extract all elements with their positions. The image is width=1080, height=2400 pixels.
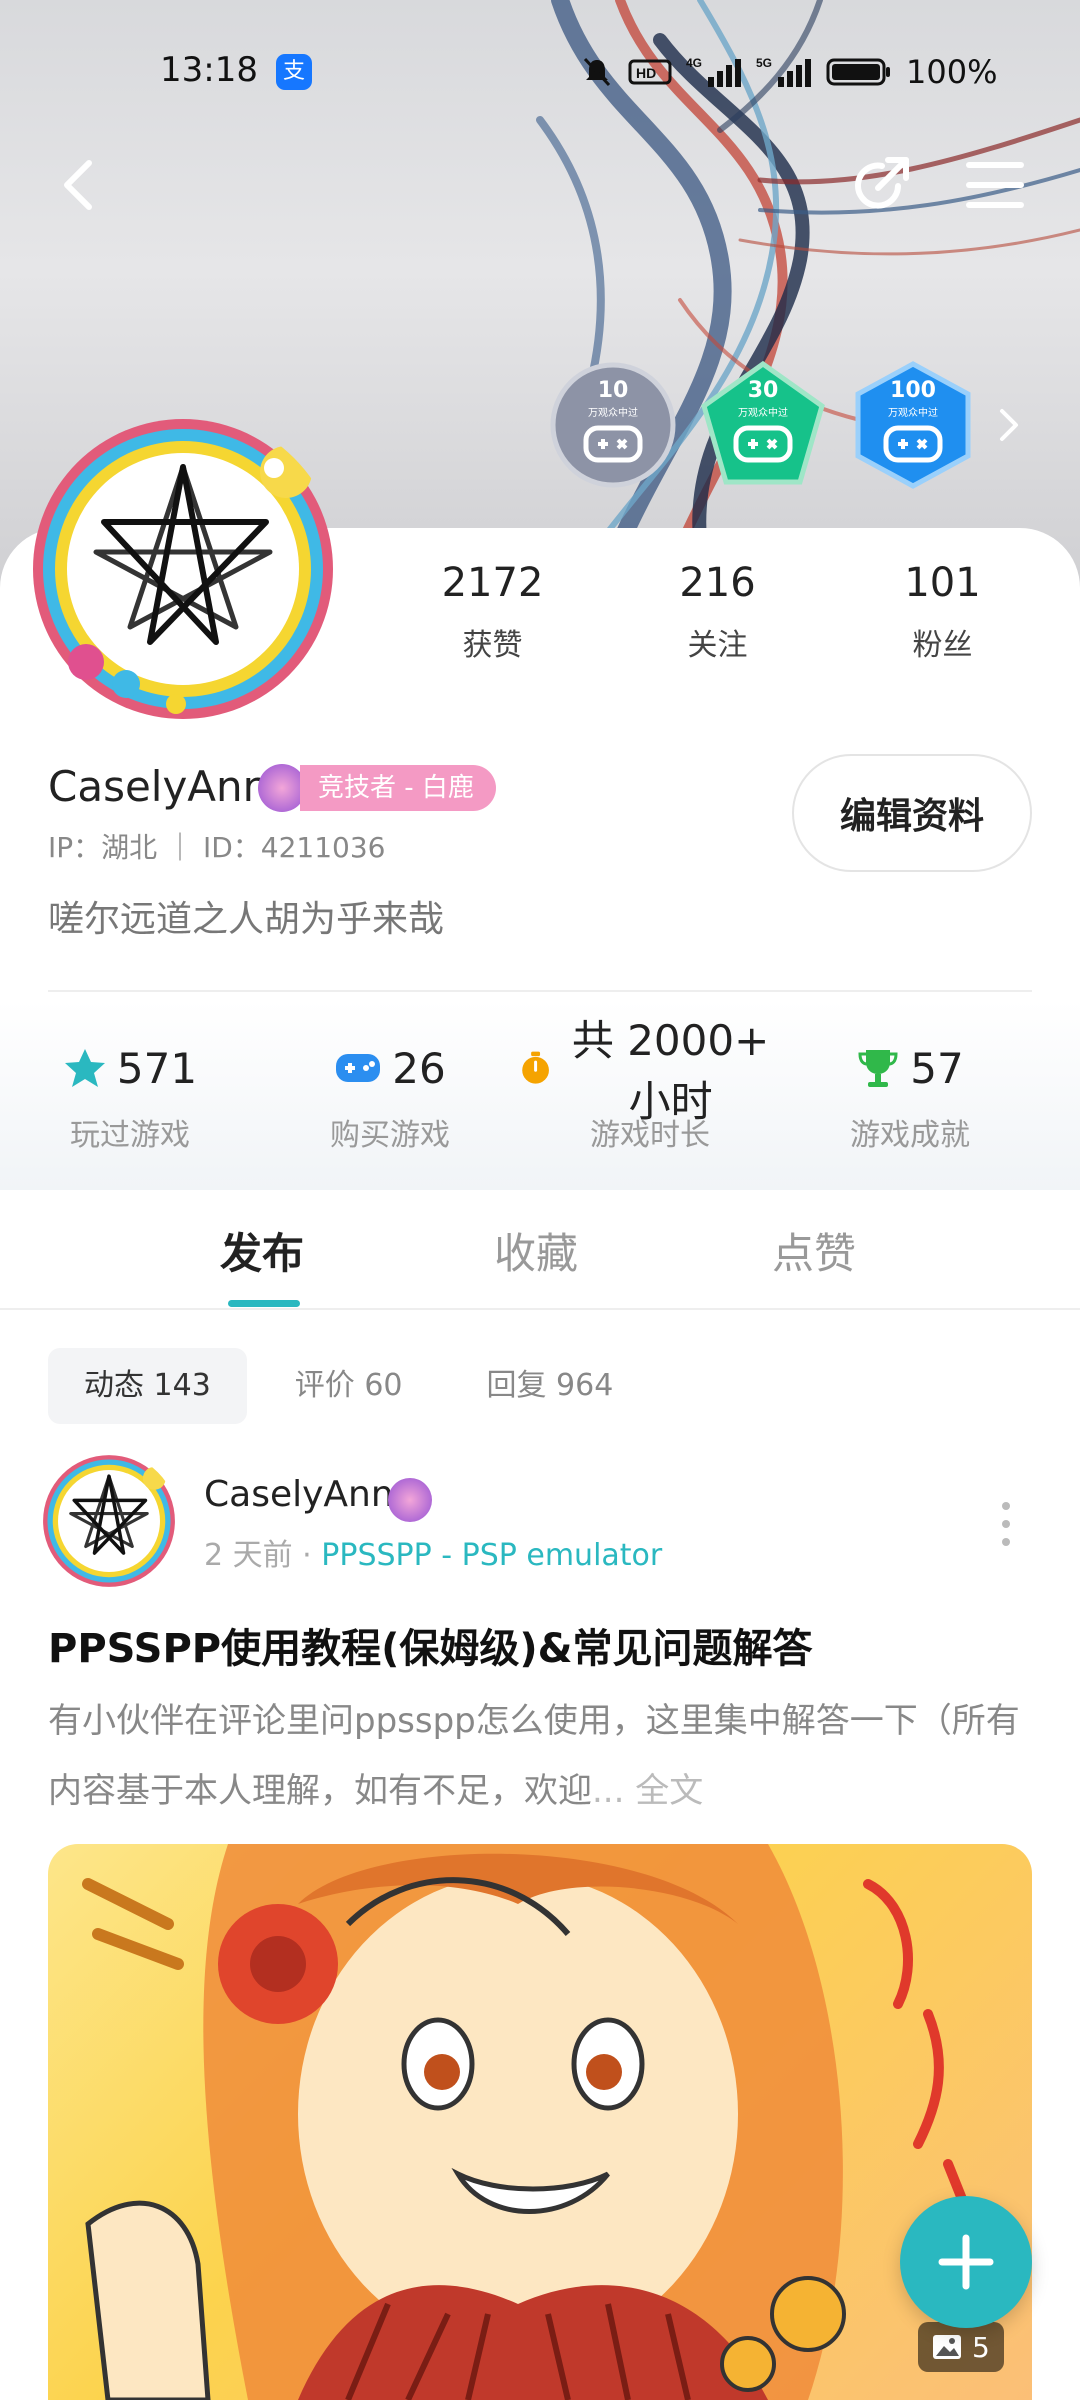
plus-icon [938,2234,994,2290]
dot-icon [1002,1520,1010,1528]
badge-value: 10 [597,378,629,403]
post-app-link[interactable]: PPSSPP - PSP emulator [321,1538,662,1573]
status-time: 13:18 [160,50,258,90]
status-bar: 13:18 支 HD 4G 5G 100% [0,40,1080,104]
post-body[interactable]: 有小伙伴在评论里问ppsspp怎么使用，这里集中解答一下（所有内容基于本人理解，… [48,1686,1038,1826]
badge-value: 30 [747,378,779,403]
svg-text:HD: HD [636,65,656,81]
divider [48,990,1032,992]
following-count[interactable]: 216 关注 [605,560,830,664]
svg-text:4G: 4G [686,56,702,70]
badge-100[interactable]: 100 万观众中过 [848,360,978,490]
subtab-replies[interactable]: 回复 964 [451,1348,650,1424]
signal-4g-icon: 4G [686,56,741,87]
signal-5g-icon: 5G [756,56,811,87]
chevron-right-icon[interactable] [996,405,1022,445]
game-stats: 571 玩过游戏 26 购买游戏 共 2000+ 小时 游戏时长 57 游戏成就 [0,1016,1080,1154]
hamburger-menu-icon [966,162,1024,208]
rank-badge[interactable]: 竞技者 - 白鹿 [258,764,496,812]
count-value: 216 [679,560,756,606]
stat-value: 571 [116,1043,198,1093]
menu-button[interactable] [960,150,1030,220]
post-image[interactable] [48,1844,1032,2400]
tab-likes[interactable]: 点赞 [772,1220,856,1281]
achievement-badges[interactable]: 10 万观众中过 30 万观众中过 100 万观众中过 [548,360,978,490]
stat-label: 购买游戏 [330,1118,450,1153]
anime-illustration [82,1844,973,2400]
dot-icon [1002,1502,1010,1510]
badge-caption: 万观众中过 [888,408,938,419]
stat-value: 26 [392,1043,446,1093]
gamepad-icon [336,1054,381,1082]
followers-count[interactable]: 101 粉丝 [830,560,1055,664]
image-count: 5 [972,2330,990,2364]
bio-text: 嗟尔远道之人胡为乎来哉 [48,899,445,940]
more-options-button[interactable] [996,1502,1016,1546]
count-value: 101 [904,560,981,606]
subtab-reviews[interactable]: 评价 60 [259,1348,439,1424]
tab-posts[interactable]: 发布 [220,1220,304,1281]
post-time: 2 天前 [204,1538,293,1573]
rank-gem-icon [258,764,306,812]
username: CaselyAnn [48,762,270,811]
create-post-button[interactable] [900,2196,1032,2328]
hd-icon: HD [628,59,672,85]
post-author-name[interactable]: CaselyAnn [204,1474,394,1515]
played-games-stat[interactable]: 571 玩过游戏 [0,1040,260,1154]
mute-bell-icon [583,57,611,87]
alipay-icon: 支 [276,54,312,90]
post-title[interactable]: PPSSPP使用教程(保姆级)&常见问题解答 [48,1616,813,1674]
subtab-moments[interactable]: 动态 143 [48,1348,247,1424]
meta-separator: · [302,1538,312,1573]
image-count-badge: 5 [918,2322,1004,2372]
profile-counts: 2172 获赞 216 关注 101 粉丝 [380,560,1080,664]
content-tabs: 发布 收藏 点赞 [0,1190,1080,1310]
battery-percent: 100% [906,53,998,91]
battery-icon [826,58,890,86]
stat-value: 57 [910,1043,964,1093]
star-icon [64,1049,105,1087]
stat-label: 游戏成就 [850,1118,970,1153]
achievements-stat[interactable]: 57 游戏成就 [780,1040,1040,1154]
stopwatch-icon [522,1051,549,1084]
badge-10[interactable]: 10 万观众中过 [548,360,678,490]
image-icon [933,2335,961,2359]
trophy-icon [858,1050,898,1087]
post-body-text: 有小伙伴在评论里问ppsspp怎么使用，这里集中解答一下（所有内容基于本人理解，… [48,1701,1020,1811]
count-label: 粉丝 [912,628,973,663]
ip-id-info: IP：湖北 ｜ ID：4211036 [48,831,386,864]
dot-icon [1002,1538,1010,1546]
stat-label: 玩过游戏 [70,1118,190,1153]
share-icon [855,157,909,209]
badge-caption: 万观众中过 [588,408,638,419]
post-author-avatar[interactable] [40,1452,178,1590]
count-label: 获赞 [462,628,523,663]
likes-count[interactable]: 2172 获赞 [380,560,605,664]
count-label: 关注 [687,628,748,663]
rank-gem-icon [388,1478,432,1522]
badge-30[interactable]: 30 万观众中过 [698,360,828,490]
edit-profile-button[interactable]: 编辑资料 [792,754,1032,872]
post-meta: 2 天前 · PPSSPP - PSP emulator [204,1530,662,1574]
purchased-games-stat[interactable]: 26 购买游戏 [260,1040,520,1154]
svg-text:5G: 5G [756,56,772,70]
status-icons: HD 4G 5G 100% [580,50,997,94]
read-more-link[interactable]: ... 全文 [592,1771,703,1811]
badge-caption: 万观众中过 [738,408,788,419]
tab-favorites[interactable]: 收藏 [494,1220,578,1281]
rank-tag: 竞技者 - 白鹿 [300,765,496,811]
playtime-stat[interactable]: 共 2000+ 小时 游戏时长 [520,1016,780,1154]
back-button[interactable] [44,150,114,220]
post-filter-tabs: 动态 143 评价 60 回复 964 [48,1348,649,1424]
active-tab-indicator [228,1300,300,1307]
profile-avatar[interactable] [26,412,340,726]
chevron-left-icon [64,160,92,210]
badge-value: 100 [890,378,936,403]
count-value: 2172 [441,560,544,606]
share-button[interactable] [846,150,916,220]
